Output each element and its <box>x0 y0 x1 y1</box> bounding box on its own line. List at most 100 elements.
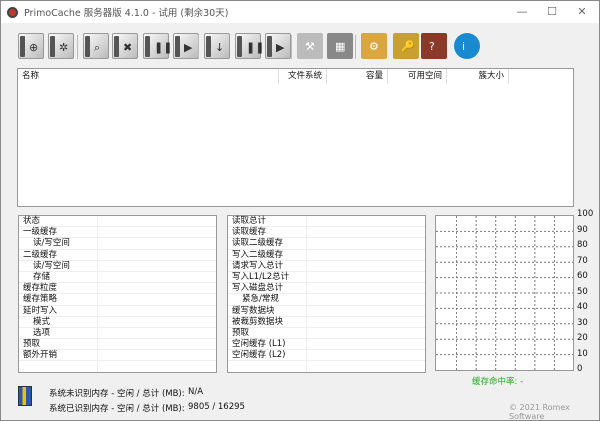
table-row: 二级缓存 <box>19 250 216 261</box>
cache-statistics-table: 读取总计 读取缓存 读取二级缓存 写入二级缓存 请求写入总计 写入L1/L2总计 写入磁盘总… <box>227 215 426 373</box>
y-tick-label: 80 <box>577 240 588 250</box>
flush-deferred-button[interactable]: ↓ <box>204 33 230 59</box>
title-bar: PrimoCache 服务器版 4.1.0 - 试用 (剩余30天) — ☐ ✕ <box>1 1 599 23</box>
minimize-button[interactable]: — <box>507 1 537 23</box>
toolbar-separator <box>355 35 356 59</box>
row-label: 延时写入 <box>23 305 58 316</box>
table-row: 缓存粒度 <box>19 283 216 295</box>
table-row: 存储 <box>19 271 216 284</box>
y-tick-label: 10 <box>577 348 588 359</box>
toolbar-separator <box>291 35 292 59</box>
about-button[interactable]: i <box>454 33 480 59</box>
y-tick-label: 40 <box>577 302 588 312</box>
table-row: 读取二级缓存 <box>228 238 425 250</box>
resume-deferred-button[interactable]: ▶ <box>265 33 291 59</box>
resume-task-button[interactable]: ▶ <box>173 33 199 59</box>
row-label: 模式 <box>33 316 51 327</box>
cache-options-icon: ✲ <box>59 41 69 54</box>
y-tick-label: 60 <box>577 271 588 281</box>
toolbar-separator <box>198 35 199 59</box>
toolbar-separator <box>77 35 78 59</box>
column-free-space[interactable]: 可用空间 <box>388 69 447 84</box>
license-icon: 🔑 <box>401 40 415 53</box>
identified-memory-label: 系统已识别内存 - 空闲 / 总计 (MB): <box>49 404 185 414</box>
drive-list[interactable]: 名称 文件系统 容量 可用空间 簇大小 <box>17 68 574 207</box>
table-row: 模式 <box>19 317 216 328</box>
column-filesystem[interactable]: 文件系统 <box>279 69 327 84</box>
table-row: 状态 <box>19 216 216 228</box>
license-button[interactable]: 🔑 <box>393 33 419 59</box>
settings-button[interactable]: ⚙ <box>361 33 387 59</box>
column-capacity[interactable]: 容量 <box>327 69 388 84</box>
table-row: 读/写空间 <box>19 261 216 272</box>
help-button[interactable]: ? <box>421 33 447 59</box>
y-tick-label: 0 <box>577 364 583 374</box>
unidentified-memory-label: 系统未识别内存 - 空闲 / 总计 (MB): <box>49 389 185 399</box>
delete-task-icon: ✖ <box>123 41 133 54</box>
row-label: 被裁剪数据块 <box>232 316 284 327</box>
table-row: 选项 <box>19 328 216 340</box>
pause-task-button[interactable]: ❚❚ <box>143 33 173 59</box>
row-label: 状态 <box>23 216 41 226</box>
maximize-button[interactable]: ☐ <box>537 1 567 23</box>
disk-tools-button[interactable]: ⚒ <box>297 33 323 59</box>
row-label: 读取二级缓存 <box>232 238 284 249</box>
memory-tools-icon: ▦ <box>335 40 346 53</box>
row-label: 预取 <box>232 327 250 338</box>
row-label: 读取缓存 <box>232 227 267 238</box>
disk-tools-icon: ⚒ <box>305 40 315 53</box>
pause-deferred-button[interactable]: ❚❚ <box>235 33 265 59</box>
table-row: 预取 <box>19 339 216 351</box>
row-label: 存储 <box>33 271 51 282</box>
memory-tools-button[interactable]: ▦ <box>327 33 353 59</box>
row-label: 一级缓存 <box>23 227 58 238</box>
row-label: 空闲缓存 (L2) <box>232 350 286 361</box>
new-cache-task-button[interactable]: ⊕ <box>18 33 44 59</box>
row-label: 写入二级缓存 <box>232 249 284 260</box>
window-title: PrimoCache 服务器版 4.1.0 - 试用 (剩余30天) <box>24 8 229 19</box>
memory-icon <box>18 386 32 406</box>
table-row: 空闲缓存 (L1) <box>228 339 425 351</box>
column-cluster-size[interactable]: 簇大小 <box>447 69 509 84</box>
table-row: 读/写空间 <box>19 238 216 250</box>
chart-legend: 缓存命中率: - <box>472 377 524 387</box>
resume-task-icon: ▶ <box>184 41 193 54</box>
table-row: 写入二级缓存 <box>228 250 425 261</box>
table-row: 空闲缓存 (L2) <box>228 350 425 362</box>
view-details-icon: ⌕ <box>94 41 101 54</box>
row-label: 读/写空间 <box>33 238 70 249</box>
unidentified-memory-value: N/A <box>188 387 204 397</box>
row-label: 读取总计 <box>232 216 267 226</box>
table-row: 预取 <box>228 327 425 340</box>
view-details-button[interactable]: ⌕ <box>83 33 109 59</box>
pause-deferred-icon: ❚❚ <box>246 41 265 54</box>
toolbar: ⊕ ✲ ⌕ ✖ ❚❚ ▶ ↓ ❚❚ ▶ ⚒ ▦ ⚙ 🔑? i <box>1 23 599 65</box>
settings-icon: ⚙ <box>369 40 379 53</box>
row-label: 缓存粒度 <box>23 283 58 294</box>
row-label: 缓写数据块 <box>232 305 275 316</box>
table-row: 读取总计 <box>228 216 425 228</box>
close-button[interactable]: ✕ <box>567 1 597 23</box>
resume-deferred-icon: ▶ <box>276 41 285 54</box>
row-label: 紧急/常规 <box>242 294 279 305</box>
table-row: 额外开销 <box>19 350 216 362</box>
identified-memory-value: 9805 / 16295 <box>188 402 245 412</box>
delete-task-button[interactable]: ✖ <box>112 33 138 59</box>
table-row: 延时写入 <box>19 306 216 317</box>
column-name[interactable]: 名称 <box>18 69 279 84</box>
cache-options-button[interactable]: ✲ <box>48 33 74 59</box>
y-tick-label: 50 <box>577 286 588 297</box>
y-tick-label: 90 <box>577 224 588 235</box>
about-icon: i <box>462 40 466 53</box>
table-row: 一级缓存 <box>19 227 216 239</box>
row-label: 预取 <box>23 339 41 350</box>
pause-task-icon: ❚❚ <box>154 41 173 54</box>
table-row: 缓写数据块 <box>228 306 425 317</box>
table-row: 写入磁盘总计 <box>228 283 425 295</box>
row-label: 二级缓存 <box>23 249 58 260</box>
row-label: 缓存策略 <box>23 294 58 305</box>
app-icon <box>7 6 18 18</box>
row-label: 写入L1/L2总计 <box>232 271 290 282</box>
y-tick-label: 70 <box>577 255 588 266</box>
flush-deferred-icon: ↓ <box>215 41 225 54</box>
